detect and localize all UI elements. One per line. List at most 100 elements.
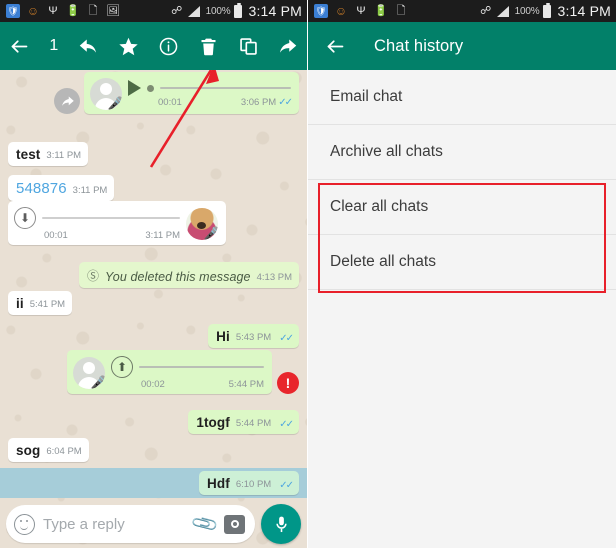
paperclip-icon[interactable]: 📎 (190, 509, 220, 539)
message-row-test[interactable]: test 3:11 PM (8, 142, 299, 166)
voice-message-bubble[interactable]: 🎤 00:01 3:06 PM ✓✓ (84, 72, 299, 114)
status-bar-icons-left: 🛡 ☺ Ψ 🔋 🗋 🖼 (6, 4, 120, 18)
message-row-ii[interactable]: ii 5:41 PM (8, 291, 299, 315)
signal-bars-icon (497, 4, 511, 18)
dual-screenshot: 🛡 ☺ Ψ 🔋 🗋 🖼 ☍ 100% 3:14 PM 1 00:01 3:06 … (0, 0, 616, 548)
send-error-icon[interactable]: ! (277, 372, 299, 394)
message-composer: Type a reply 📎 (0, 500, 307, 548)
message-text: 548876 (16, 180, 67, 197)
menu-item-archive-all-chats[interactable]: Archive all chats (308, 125, 616, 180)
reply-icon[interactable] (76, 33, 102, 59)
message-row-voice-306[interactable]: 🎤 00:01 3:06 PM ✓✓ (8, 72, 299, 114)
message-time: 5:44 PM (228, 379, 264, 390)
text-message-bubble[interactable]: ii 5:41 PM (8, 291, 73, 315)
message-time: 3:11 PM (145, 230, 180, 241)
chat-history-app-bar: Chat history (308, 22, 616, 70)
text-message-bubble[interactable]: 548876 3:11 PM (8, 175, 115, 201)
emoji-icon[interactable] (14, 513, 35, 535)
selected-count: 1 (49, 37, 59, 54)
play-icon[interactable] (128, 80, 141, 96)
copy-icon[interactable] (235, 33, 261, 59)
signal-bars-icon (188, 4, 202, 18)
text-message-bubble[interactable]: Hi 5:43 PM ✓✓ (208, 324, 299, 348)
info-icon[interactable] (155, 33, 181, 59)
dog-avatar: 🎤 (186, 208, 218, 240)
status-bar-icons-right: ☍ 100% 3:14 PM (479, 2, 611, 19)
clock-right: 3:14 PM (557, 3, 611, 19)
star-icon[interactable] (116, 33, 142, 59)
menu-item-delete-all-chats[interactable]: Delete all chats (308, 235, 616, 290)
chat-history-menu: Email chat Archive all chats Clear all c… (308, 70, 616, 548)
text-message-bubble[interactable]: 1togf 5:44 PM ✓✓ (188, 410, 299, 434)
battery-icon (234, 2, 243, 18)
text-message-bubble[interactable]: Hdf 6:10 PM ✓✓ (199, 471, 299, 495)
text-message-bubble[interactable]: sog 6:04 PM (8, 438, 89, 462)
smiley-icon: ☺ (334, 4, 348, 18)
blocked-icon: Ⓢ (87, 269, 100, 283)
upload-icon[interactable]: ⬆ (111, 356, 133, 378)
reply-input-placeholder[interactable]: Type a reply (43, 516, 186, 533)
text-message-bubble[interactable]: test 3:11 PM (8, 142, 89, 166)
message-row-548876[interactable]: 548876 3:11 PM (8, 175, 299, 201)
smiley-icon: ☺ (26, 4, 40, 18)
menu-item-label: Archive all chats (330, 143, 443, 160)
battery-percent-left: 100% (205, 5, 231, 17)
avatar: 🎤 (73, 357, 105, 389)
message-row-voice-311[interactable]: ⬇ 00:01 3:11 PM 🎤 (8, 201, 299, 245)
message-time: 5:41 PM (29, 299, 66, 310)
microphone-icon: 🎤 (108, 97, 122, 110)
message-text: Hi (216, 329, 230, 344)
voice-progress[interactable]: ⬇ (14, 207, 180, 229)
battery-percent-right: 100% (514, 5, 540, 17)
read-ticks-icon: ✓✓ (279, 333, 294, 344)
reply-input-pill[interactable]: Type a reply 📎 (6, 505, 255, 543)
voice-progress-line (139, 366, 264, 368)
message-list: 🎤 00:01 3:06 PM ✓✓ (0, 70, 307, 548)
message-row-deleted[interactable]: Ⓢ You deleted this message 4:13 PM (8, 262, 299, 288)
microphone-button[interactable] (261, 504, 301, 544)
message-row-1togf[interactable]: 1togf 5:44 PM ✓✓ (8, 410, 299, 434)
message-row-hdf-selected[interactable]: Hdf 6:10 PM ✓✓ (0, 468, 307, 498)
message-row-voice-544[interactable]: 🎤 ⬆ 00:02 5:44 PM (8, 350, 299, 394)
menu-item-label: Clear all chats (330, 198, 429, 215)
status-bar-icons-right: ☍ 100% 3:14 PM (170, 2, 302, 19)
message-row-hi[interactable]: Hi 5:43 PM ✓✓ (8, 324, 299, 348)
voice-controls: ⬆ 00:02 5:44 PM (111, 356, 264, 390)
microphone-icon: 🎤 (91, 376, 105, 389)
delete-trash-icon[interactable] (195, 33, 221, 59)
voice-meta: 00:02 5:44 PM (111, 379, 264, 390)
message-row-sog[interactable]: sog 6:04 PM (8, 438, 299, 462)
voice-meta: 00:01 3:11 PM (14, 230, 180, 241)
back-arrow-icon[interactable] (322, 33, 348, 59)
voice-duration: 00:01 (158, 97, 182, 108)
voice-scrubber-handle[interactable] (147, 84, 154, 92)
voice-progress[interactable] (128, 80, 291, 96)
message-time: 3:06 PM (240, 97, 277, 108)
forward-icon[interactable] (275, 33, 301, 59)
deleted-message-bubble[interactable]: Ⓢ You deleted this message 4:13 PM (79, 262, 299, 288)
clock-left: 3:14 PM (248, 3, 302, 19)
right-phone-screen: 🛡 ☺ Ψ 🔋 🗋 ☍ 100% 3:14 PM Chat history Em… (308, 0, 616, 548)
voice-progress-line (42, 217, 180, 219)
menu-item-clear-all-chats[interactable]: Clear all chats (308, 180, 616, 235)
battery-saver-icon: 🔋 (374, 4, 388, 17)
voice-progress[interactable]: ⬆ (111, 356, 264, 378)
back-arrow-icon[interactable] (6, 33, 32, 59)
bluetooth-icon: ☍ (171, 4, 183, 17)
voice-message-bubble[interactable]: ⬇ 00:01 3:11 PM 🎤 (8, 201, 226, 245)
download-icon[interactable]: ⬇ (14, 207, 36, 229)
left-phone-screen: 🛡 ☺ Ψ 🔋 🗋 🖼 ☍ 100% 3:14 PM 1 00:01 3:06 … (0, 0, 308, 548)
message-time: 6:04 PM (46, 446, 82, 457)
chat-scroll-area[interactable]: 🎤 00:01 3:06 PM ✓✓ (0, 70, 307, 548)
usb-icon: Ψ (48, 4, 58, 17)
camera-icon[interactable] (224, 514, 245, 534)
voice-duration: 00:01 (44, 230, 68, 241)
microphone-icon: 🎤 (204, 227, 218, 240)
read-ticks-icon: ✓✓ (279, 480, 294, 491)
message-text: test (16, 147, 41, 162)
menu-item-email-chat[interactable]: Email chat (308, 70, 616, 125)
voice-message-bubble[interactable]: 🎤 ⬆ 00:02 5:44 PM (67, 350, 272, 394)
menu-item-label: Email chat (330, 88, 403, 105)
message-time: 3:11 PM (72, 185, 108, 196)
status-bar-left: 🛡 ☺ Ψ 🔋 🗋 🖼 ☍ 100% 3:14 PM (0, 0, 307, 22)
